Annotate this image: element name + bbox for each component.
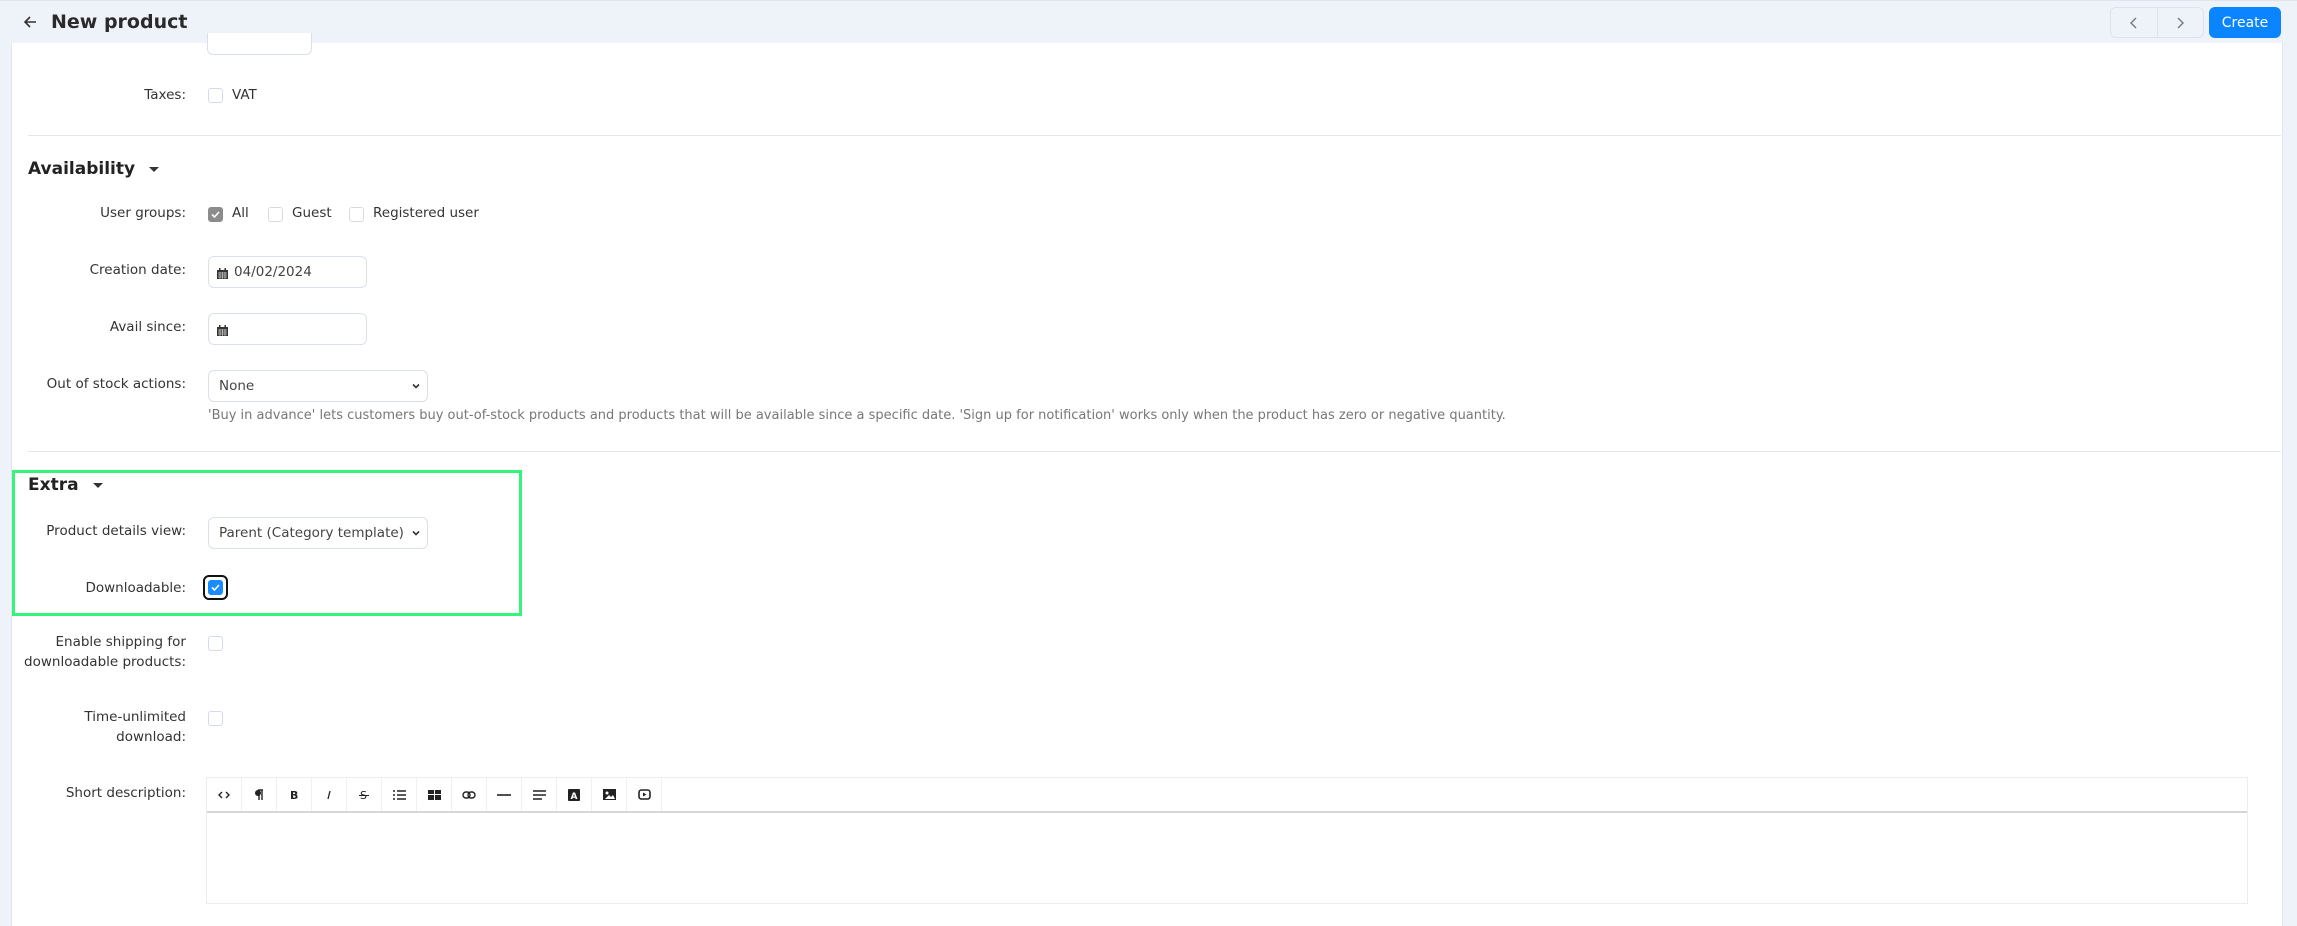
creation-date-label: Creation date: xyxy=(89,262,186,278)
enable-shipping-checkbox[interactable] xyxy=(208,636,223,651)
registered-user-checkbox[interactable] xyxy=(349,207,364,222)
guest-label: Guest xyxy=(292,205,332,221)
time-unlimited-label-line2: download: xyxy=(116,729,186,745)
extra-title: Extra xyxy=(28,475,79,495)
downloadable-label: Downloadable: xyxy=(85,580,186,596)
availability-section-toggle[interactable]: Availability xyxy=(28,159,160,179)
horizontal-rule-button[interactable] xyxy=(487,778,522,811)
prev-next-group xyxy=(2110,7,2204,38)
strikethrough-icon: S xyxy=(359,789,369,801)
caret-down-icon xyxy=(92,482,103,488)
italic-icon xyxy=(327,790,331,799)
registered-user-label: Registered user xyxy=(373,205,479,221)
previous-button[interactable] xyxy=(2111,8,2157,37)
svg-text:B: B xyxy=(290,789,298,801)
guest-checkbox[interactable] xyxy=(268,207,283,222)
downloadable-checkbox[interactable] xyxy=(208,580,223,595)
top-bar: New product Create xyxy=(0,0,2297,43)
extra-section-toggle[interactable]: Extra xyxy=(28,475,103,495)
all-label: All xyxy=(232,205,249,221)
paragraph-button[interactable] xyxy=(242,778,277,811)
video-icon xyxy=(637,789,651,800)
out-of-stock-label: Out of stock actions: xyxy=(46,376,186,392)
enable-shipping-label-line1: Enable shipping for xyxy=(55,634,187,650)
link-button[interactable] xyxy=(452,778,487,811)
vat-checkbox[interactable] xyxy=(208,88,223,103)
product-details-view-select[interactable]: Parent (Category template) xyxy=(208,517,428,549)
table-button[interactable] xyxy=(417,778,452,811)
chevron-down-icon xyxy=(412,530,420,536)
svg-text:A: A xyxy=(571,792,578,801)
bold-button[interactable]: B xyxy=(277,778,312,811)
time-unlimited-checkbox[interactable] xyxy=(208,711,223,726)
font-color-icon: A xyxy=(568,788,580,801)
image-button[interactable] xyxy=(592,778,627,811)
avail-since-input[interactable] xyxy=(208,313,367,345)
bold-icon: B xyxy=(290,789,298,801)
out-of-stock-selected: None xyxy=(219,378,255,394)
link-icon xyxy=(462,790,476,799)
horizontal-rule-icon xyxy=(497,793,511,796)
time-unlimited-label: Time-unlimited download: xyxy=(84,707,186,747)
all-checkbox[interactable] xyxy=(208,207,223,222)
creation-date-value: 04/02/2024 xyxy=(234,264,312,280)
editor-toolbar: B S A xyxy=(207,778,2247,813)
create-button[interactable]: Create xyxy=(2209,7,2281,38)
short-description-textarea[interactable] xyxy=(207,813,2247,901)
price-input-partial[interactable] xyxy=(207,33,312,55)
chevron-down-icon xyxy=(412,383,420,389)
divider xyxy=(28,451,2281,452)
strikethrough-button[interactable]: S xyxy=(347,778,382,811)
enable-shipping-label: Enable shipping for downloadable product… xyxy=(24,632,186,672)
arrow-left-icon[interactable] xyxy=(22,11,42,33)
short-description-label: Short description: xyxy=(65,785,186,801)
time-unlimited-label-line1: Time-unlimited xyxy=(84,709,186,725)
font-color-button[interactable]: A xyxy=(557,778,592,811)
italic-button[interactable] xyxy=(312,778,347,811)
unordered-list-button[interactable] xyxy=(382,778,417,811)
availability-title: Availability xyxy=(28,159,136,179)
chevron-right-icon xyxy=(2177,17,2185,28)
calendar-icon xyxy=(217,324,228,336)
video-button[interactable] xyxy=(627,778,662,811)
page-gutter xyxy=(2283,43,2297,926)
user-groups-label: User groups: xyxy=(100,205,186,221)
table-icon xyxy=(427,789,441,800)
product-details-view-label: Product details view: xyxy=(46,523,186,539)
enable-shipping-label-line2: downloadable products: xyxy=(24,654,186,670)
divider xyxy=(28,135,2281,136)
taxes-label: Taxes: xyxy=(144,87,186,103)
calendar-icon xyxy=(217,267,228,279)
caret-down-icon xyxy=(149,166,160,172)
creation-date-input[interactable]: 04/02/2024 xyxy=(208,256,367,288)
html-code-button[interactable] xyxy=(207,778,242,811)
avail-since-label: Avail since: xyxy=(109,319,186,335)
vat-label: VAT xyxy=(232,87,257,103)
chevron-left-icon xyxy=(2129,17,2137,28)
page-title: New product xyxy=(51,11,188,33)
image-icon xyxy=(602,789,616,800)
out-of-stock-help: 'Buy in advance' lets customers buy out-… xyxy=(208,408,1506,423)
paragraph-icon xyxy=(255,788,263,800)
product-details-view-selected: Parent (Category template) xyxy=(219,525,404,541)
align-icon xyxy=(532,789,546,800)
next-button[interactable] xyxy=(2156,8,2204,37)
short-description-editor: B S A xyxy=(206,777,2248,904)
unordered-list-icon xyxy=(392,789,406,800)
out-of-stock-select[interactable]: None xyxy=(208,370,428,402)
align-button[interactable] xyxy=(522,778,557,811)
html-code-icon xyxy=(218,791,230,798)
